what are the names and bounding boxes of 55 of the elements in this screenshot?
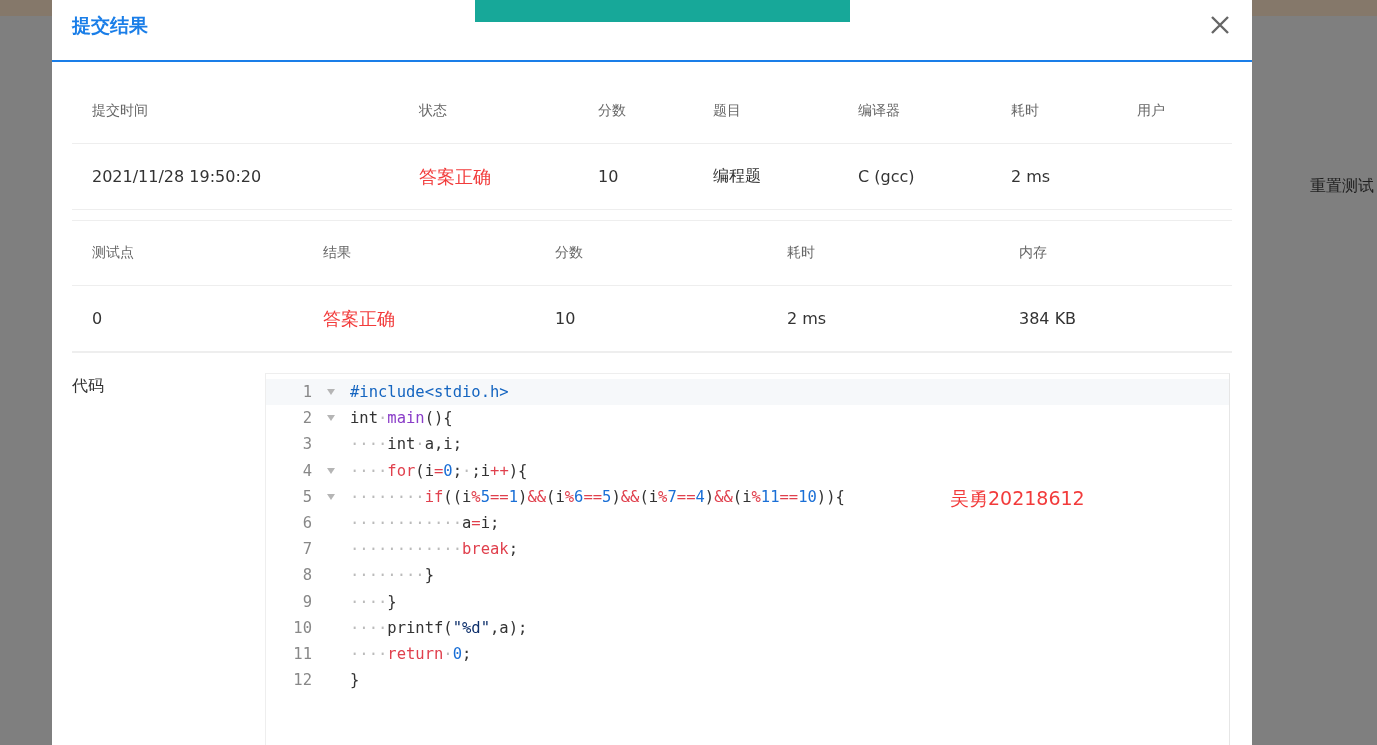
line-number: 10 [292, 618, 312, 637]
column-header: 内存 [999, 221, 1232, 286]
code-line: ············a=i; [350, 514, 500, 533]
line-number: 9 [301, 592, 312, 611]
line-number: 7 [301, 540, 312, 559]
column-header: 编译器 [838, 79, 991, 144]
column-header: 结果 [303, 221, 535, 286]
fold-arrow-icon[interactable] [327, 389, 335, 396]
column-header: 耗时 [767, 221, 999, 286]
column-header: 分数 [535, 221, 767, 286]
table-cell: 2 ms [991, 144, 1117, 210]
dialog-title: 提交结果 [72, 13, 148, 38]
column-header: 用户 [1117, 79, 1232, 144]
line-number: 5 [301, 487, 312, 506]
code-line: ····printf("%d",a); [350, 618, 528, 637]
column-header: 分数 [578, 79, 693, 144]
line-number: 4 [301, 461, 312, 480]
annotation-text: 吴勇20218612 [950, 486, 1085, 511]
column-header: 耗时 [991, 79, 1117, 144]
code-line: ····int·a,i; [350, 435, 462, 454]
code-line: int·main(){ [350, 409, 453, 428]
code-line: #include<stdio.h> [350, 383, 509, 402]
column-header: 提交时间 [72, 79, 399, 144]
code-line: ········} [350, 566, 434, 585]
table-cell: 编程题 [693, 144, 838, 210]
fold-arrow-icon[interactable] [327, 493, 335, 500]
code-line: ············break; [350, 540, 518, 559]
code-line: ····for(i=0;·;i++){ [350, 461, 528, 480]
line-number: 8 [301, 566, 312, 585]
table-cell: C (gcc) [838, 144, 991, 210]
code-line: } [350, 671, 360, 690]
line-number: 11 [292, 644, 312, 663]
line-number: 2 [301, 409, 312, 428]
table-cell: 2021/11/28 19:50:20 [72, 144, 399, 210]
column-header: 测试点 [72, 221, 303, 286]
table-cell: 2 ms [767, 286, 999, 353]
line-number: 3 [301, 435, 312, 454]
reset-test-button[interactable]: 重置测试 [1310, 176, 1374, 197]
code-line: ········if((i%5==1)&&(i%6==5)&&(i%7==4)&&(i%11==10)){ [350, 487, 845, 506]
line-number: 1 [301, 383, 312, 402]
table-cell: 10 [578, 144, 693, 210]
column-header: 状态 [399, 79, 578, 144]
table-cell: 384 KB [999, 286, 1232, 353]
table-cell: 0 [72, 286, 303, 353]
table-cell: 10 [535, 286, 767, 353]
line-number: 12 [292, 671, 312, 690]
fold-arrow-icon[interactable] [327, 415, 335, 422]
table-cell: 答案正确 [399, 144, 578, 210]
code-label: 代码 [72, 375, 105, 397]
code-line: ····} [350, 592, 397, 611]
table-cell: 答案正确 [303, 286, 535, 353]
column-header: 题目 [693, 79, 838, 144]
line-number: 6 [301, 514, 312, 533]
fold-arrow-icon[interactable] [327, 467, 335, 474]
code-line: ····return·0; [350, 644, 472, 663]
